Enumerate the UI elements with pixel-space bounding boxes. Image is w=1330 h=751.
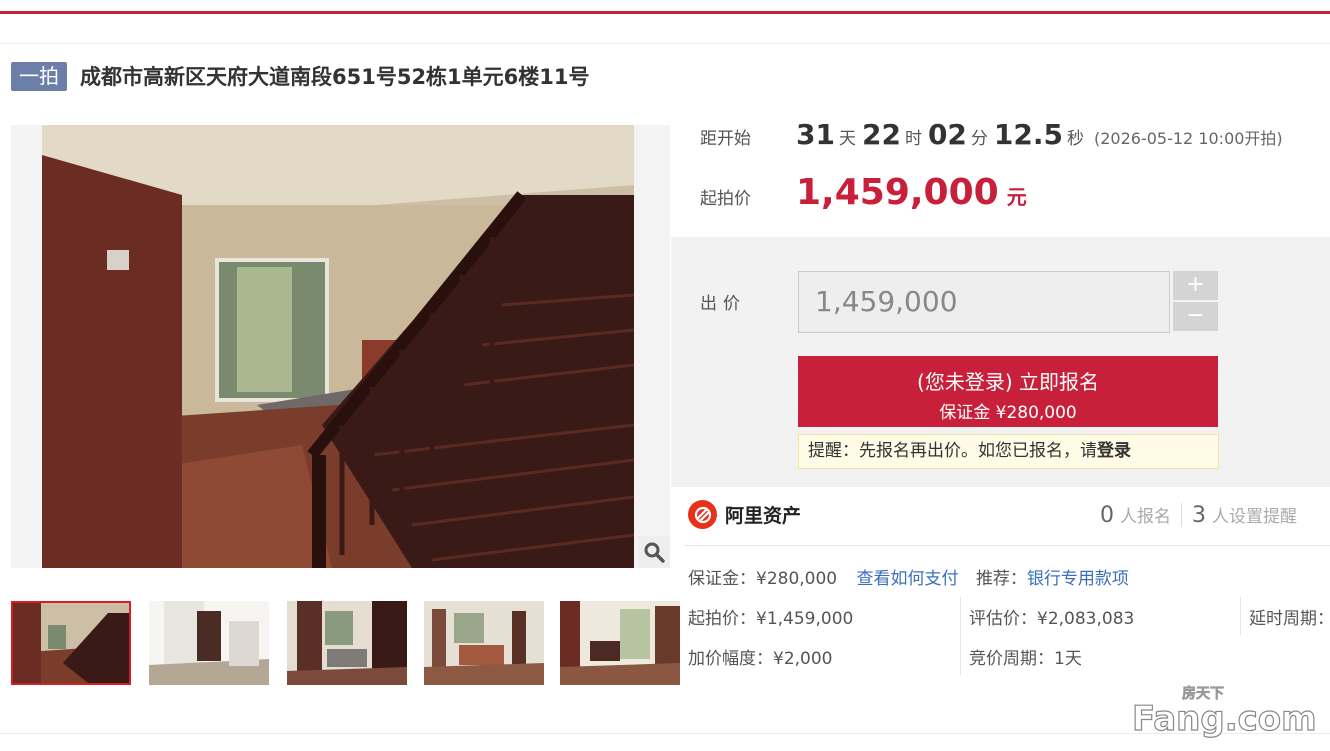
starting-price-label: 起拍价 (700, 189, 751, 209)
reminder-text: 提醒：先报名再出价。如您已报名，请 (808, 441, 1097, 461)
countdown-seconds: 12.5 (993, 118, 1063, 151)
delay-period-info: 延时周期： (1249, 609, 1330, 629)
login-reminder: 提醒：先报名再出价。如您已报名，请登录 (798, 434, 1219, 469)
countdown-minutes: 02 (927, 118, 967, 151)
brand: 阿里资产 (688, 500, 801, 529)
appraisal-info: 评估价：¥2,083,083 (969, 609, 1135, 629)
signup-deposit-label: 保证金 ¥280,000 (939, 403, 1077, 423)
countdown-hours-unit: 时 (904, 129, 922, 149)
watermark-graphic: 房天下 Fang.com (1131, 685, 1317, 740)
magnifier-icon (644, 542, 665, 563)
thumbnail-4[interactable] (424, 601, 544, 685)
recommend-label: 推荐： (975, 569, 1027, 589)
top-accent-line (0, 11, 1330, 14)
start-price-info: 起拍价：¥1,459,000 (688, 609, 854, 629)
starting-price-unit: 元 (1006, 185, 1027, 209)
recommend-link[interactable]: 银行专用款项 (1027, 569, 1129, 589)
auction-header: 一拍 成都市高新区天府大道南段651号52栋1单元6楼11号 (11, 60, 590, 92)
column-divider-1 (960, 597, 961, 675)
bid-period-info: 竞价周期：1天 (969, 649, 1082, 669)
bid-input[interactable]: 1,459,000 (798, 271, 1170, 333)
how-to-pay-link[interactable]: 查看如何支付 (857, 569, 959, 589)
thumbnail-1[interactable] (11, 601, 131, 685)
bid-decrease-button[interactable]: − (1173, 302, 1218, 331)
header-divider (0, 43, 1330, 44)
watermark-en: Fang.com (1132, 699, 1317, 738)
deposit-info: 保证金：¥280,000 查看如何支付 推荐：银行专用款项 (688, 564, 1129, 589)
start-time-note: (2026-05-12 10:00开拍) (1094, 129, 1283, 148)
signups-count: 0 (1100, 503, 1114, 528)
room-photo (42, 125, 634, 568)
increment-info: 加价幅度：¥2,000 (688, 649, 833, 669)
signup-main-label: (您未登录) 立即报名 (917, 370, 1099, 394)
deposit-text: 保证金：¥280,000 (688, 569, 838, 589)
auction-stats: 0 人报名 3 人设置提醒 (1100, 502, 1297, 528)
bid-increase-button[interactable]: + (1173, 271, 1218, 300)
brand-name: 阿里资产 (725, 505, 802, 527)
countdown-days-unit: 天 (838, 129, 856, 149)
starting-price-row: 起拍价 1,459,000 元 (700, 172, 1027, 213)
starting-price-value: 1,459,000 (796, 172, 999, 213)
thumbnail-strip (11, 601, 680, 685)
countdown-row: 距开始 31 天 22 时 02 分 12.5 秒 (2026-05-12 10… (700, 118, 1283, 151)
countdown-days: 31 (796, 118, 835, 151)
countdown-hours: 22 (861, 118, 901, 151)
column-divider-2 (1240, 597, 1241, 635)
ali-assets-logo-icon (688, 500, 717, 529)
reminders-label: 人设置提醒 (1212, 507, 1297, 527)
thumbnail-3[interactable] (287, 601, 407, 685)
bid-label: 出价 (700, 294, 746, 314)
countdown-minutes-unit: 分 (970, 129, 988, 149)
reminders-count: 3 (1192, 503, 1206, 528)
main-photo[interactable] (11, 125, 670, 568)
login-link[interactable]: 登录 (1097, 441, 1131, 461)
auction-round-tag: 一拍 (11, 61, 67, 91)
stats-divider (1181, 503, 1182, 527)
info-divider (684, 545, 1330, 546)
countdown-label: 距开始 (700, 129, 751, 149)
property-title: 成都市高新区天府大道南段651号52栋1单元6楼11号 (80, 65, 590, 89)
thumbnail-5[interactable] (560, 601, 680, 685)
zoom-button[interactable] (638, 536, 670, 568)
countdown-seconds-unit: 秒 (1067, 129, 1084, 149)
signups-label: 人报名 (1120, 507, 1171, 527)
fang-watermark: 房天下 Fang.com (1131, 682, 1322, 742)
thumbnail-2[interactable] (149, 601, 269, 685)
signup-button[interactable]: (您未登录) 立即报名 保证金 ¥280,000 (798, 356, 1218, 427)
bottom-divider (0, 733, 1330, 734)
